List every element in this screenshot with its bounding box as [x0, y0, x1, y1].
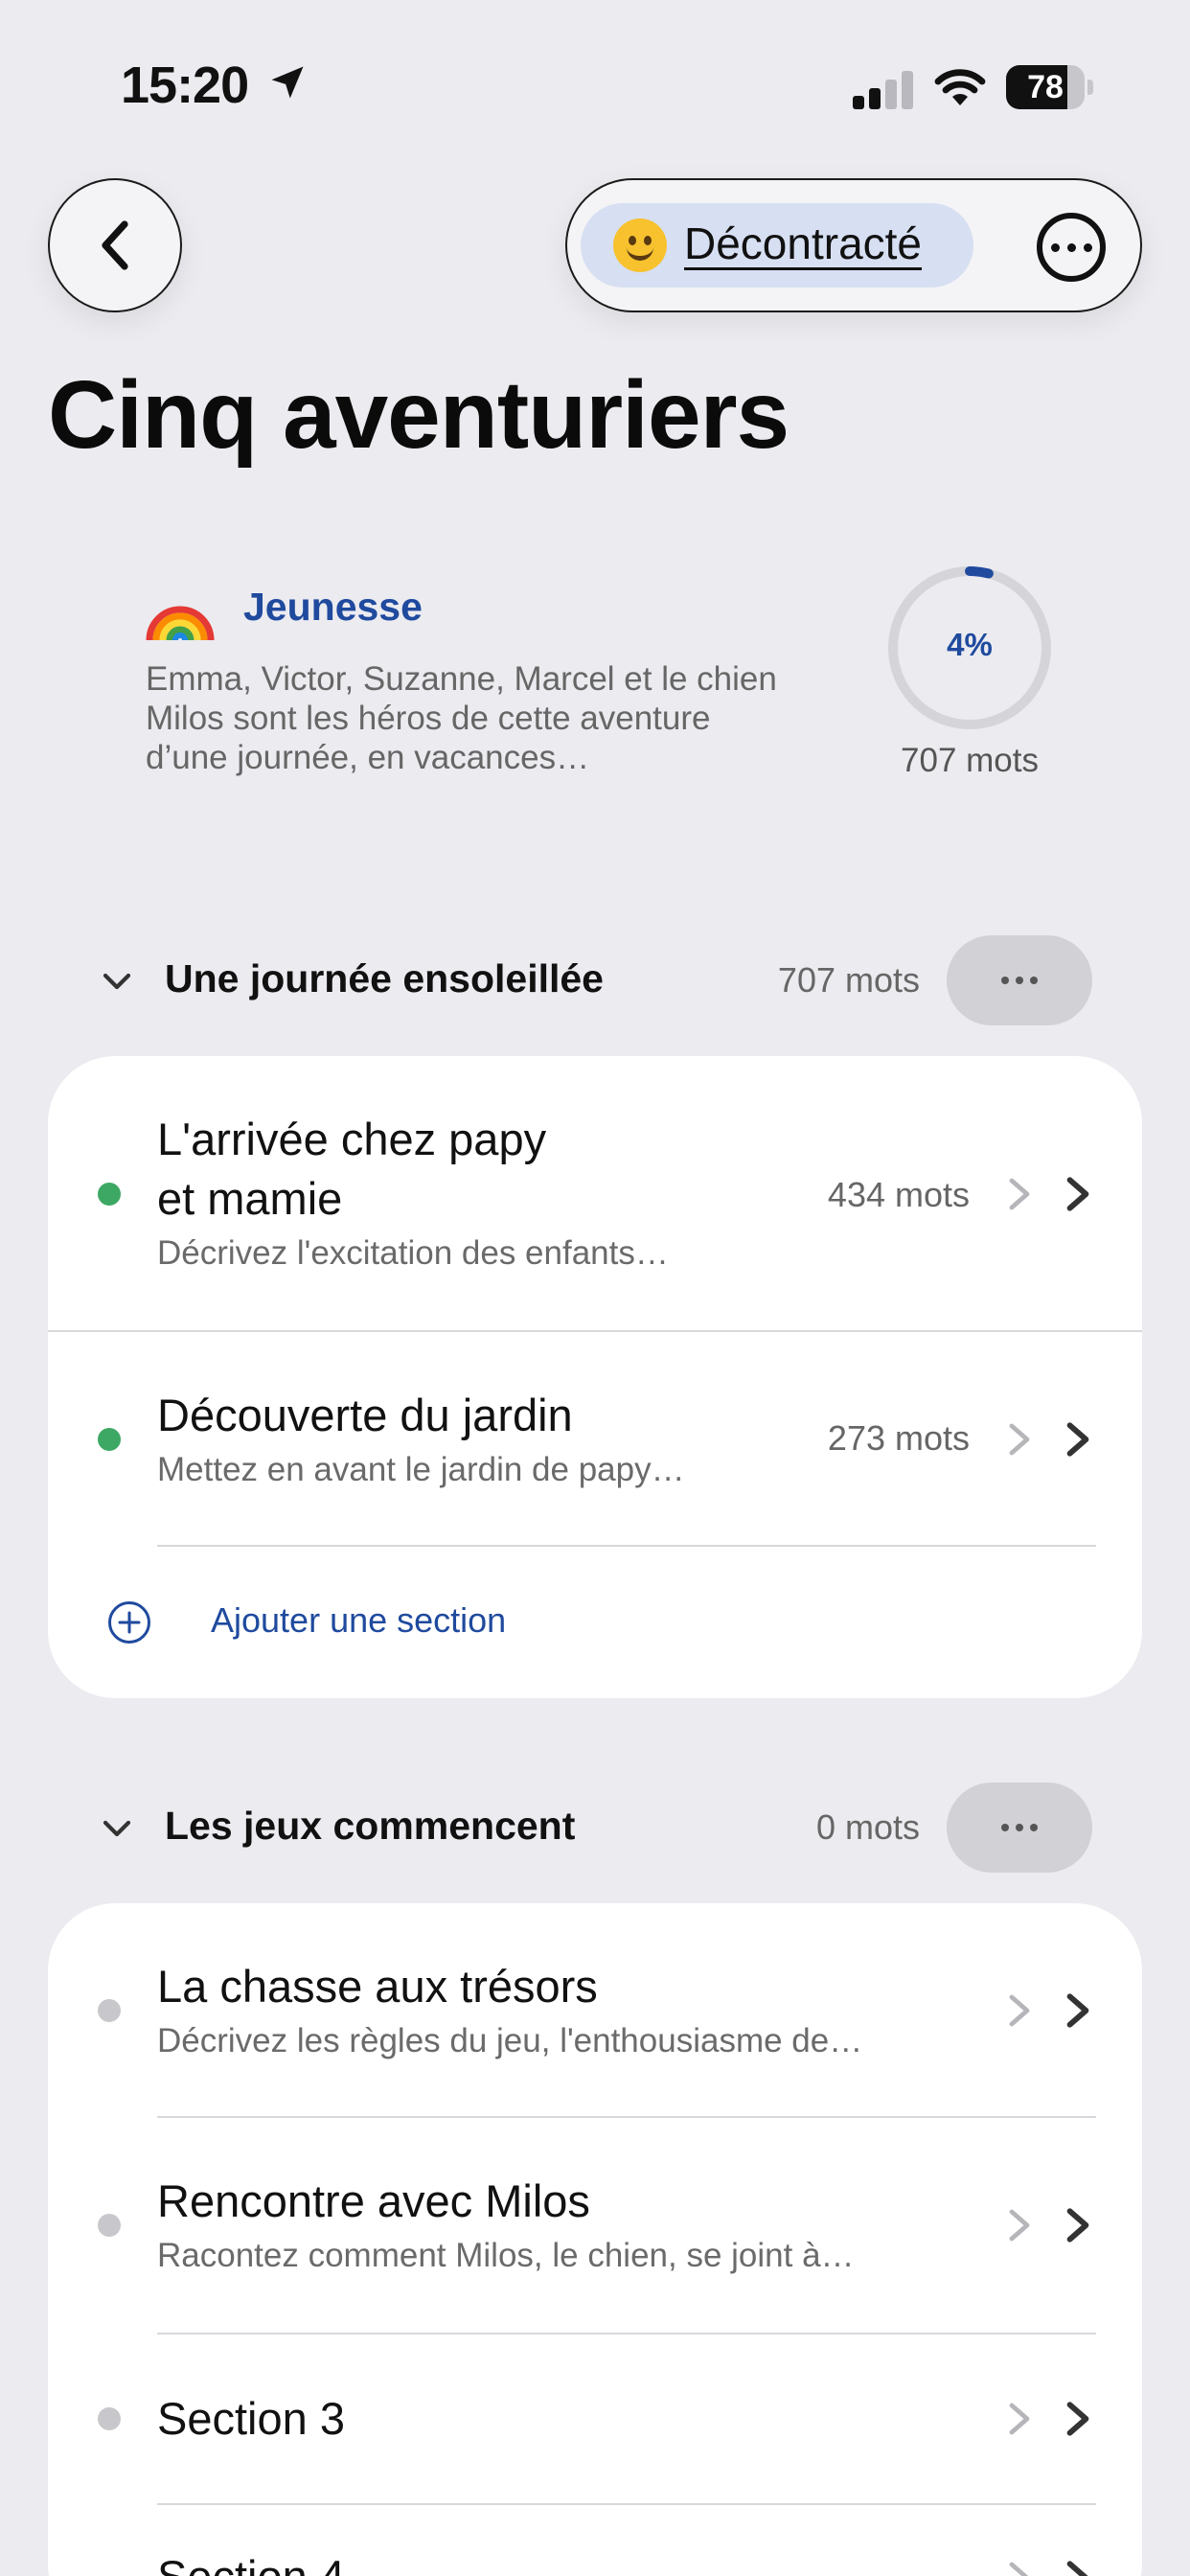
- section-row[interactable]: L'arrivée chez papy et mamie Décrivez l'…: [48, 1056, 1142, 1330]
- section-subtitle: Décrivez les règles du jeu, l'enthousias…: [157, 2022, 863, 2059]
- cellular-signal-icon: [853, 69, 914, 109]
- section-row[interactable]: La chasse aux trésors Décrivez les règle…: [48, 1903, 1142, 2116]
- chapter-header[interactable]: Les jeux commencent 0 mots: [0, 1782, 1190, 1873]
- chapter-title: Une journée ensoleillée: [165, 956, 604, 1000]
- section-subtitle: Mettez en avant le jardin de papy…: [157, 1451, 685, 1488]
- chapter-header[interactable]: Une journée ensoleillée 707 mots: [0, 935, 1190, 1025]
- ellipsis-icon: [1001, 1824, 1009, 1831]
- section-title: Section 3: [157, 2393, 345, 2444]
- chapter-options-button[interactable]: [947, 1782, 1092, 1873]
- chevron-right-icon[interactable]: [1064, 1174, 1092, 1214]
- chevron-right-icon[interactable]: [1064, 1419, 1092, 1460]
- ellipsis-icon: [1050, 242, 1060, 252]
- chevron-down-icon: [103, 973, 131, 990]
- page-title: Cinq aventuriers: [48, 361, 790, 469]
- status-dot: [98, 1183, 121, 1206]
- chevron-left-icon: [102, 220, 128, 270]
- section-row[interactable]: Section 4: [48, 2505, 1142, 2576]
- status-time: 15:20: [121, 57, 249, 114]
- chapter-options-button[interactable]: [947, 935, 1092, 1025]
- section-title-line2: et mamie: [157, 1173, 343, 1224]
- section-word-count: 273 mots: [827, 1418, 970, 1458]
- chevron-right-light-icon: [1009, 1178, 1030, 1210]
- chapter-title: Les jeux commencent: [165, 1804, 576, 1848]
- add-section-label: Ajouter une section: [211, 1600, 507, 1640]
- chapter-word-count: 707 mots: [777, 960, 920, 1000]
- ellipsis-icon: [1001, 977, 1009, 984]
- chevron-right-icon[interactable]: [1064, 1990, 1092, 2031]
- status-dot: [98, 1999, 121, 2022]
- status-dot: [98, 2407, 121, 2430]
- story-description: Emma, Victor, Suzanne, Marcel et le chie…: [146, 660, 777, 776]
- genre-label[interactable]: Jeunesse: [243, 585, 423, 630]
- location-arrow-icon: [271, 66, 304, 99]
- rainbow-icon: [146, 606, 215, 641]
- chevron-right-light-icon: [1009, 1994, 1030, 2027]
- back-button[interactable]: [48, 178, 182, 312]
- section-word-count: 434 mots: [827, 1175, 970, 1214]
- chevron-right-light-icon: [1009, 1423, 1030, 1456]
- nav-actions-pill: Décontracté: [565, 178, 1142, 312]
- battery-icon: 78: [1006, 65, 1093, 109]
- section-row[interactable]: Section 3: [48, 2334, 1142, 2503]
- status-dot: [98, 1428, 121, 1451]
- story-word-count: 707 mots: [901, 742, 1039, 779]
- battery-level: 78: [1027, 69, 1064, 105]
- chapter-sections-card: La chasse aux trésors Décrivez les règle…: [48, 1903, 1142, 2576]
- wifi-icon: [934, 69, 986, 105]
- section-subtitle: Décrivez l'excitation des enfants…: [157, 1234, 669, 1272]
- chevron-right-light-icon: [1009, 2562, 1029, 2576]
- section-title: L'arrivée chez papy: [157, 1114, 547, 1164]
- progress-percent: 4%: [947, 627, 993, 662]
- chevron-right-light-icon: [1009, 2209, 1030, 2242]
- chevron-right-icon[interactable]: [1064, 2399, 1092, 2439]
- mood-label: Décontracté: [684, 218, 923, 270]
- section-subtitle: Racontez comment Milos, le chien, se joi…: [157, 2237, 855, 2274]
- mood-button[interactable]: Décontracté: [581, 203, 973, 288]
- status-bar: 15:20 78: [0, 0, 1190, 172]
- smiling-face-icon: [613, 218, 667, 272]
- divider: [157, 1545, 1096, 1547]
- section-title: La chasse aux trésors: [157, 1961, 598, 2012]
- chapter-word-count: 0 mots: [815, 1807, 920, 1847]
- section-title: Section 4: [157, 2547, 345, 2576]
- add-section-button[interactable]: Ajouter une section: [48, 1583, 1142, 1660]
- plus-circle-icon: [108, 1601, 150, 1644]
- chevron-right-icon[interactable]: [1064, 2205, 1092, 2245]
- more-options-button[interactable]: [1037, 213, 1106, 282]
- chevron-right-icon[interactable]: [1064, 2558, 1092, 2576]
- section-row[interactable]: Découverte du jardin Mettez en avant le …: [48, 1332, 1142, 1545]
- section-row[interactable]: Rencontre avec Milos Racontez comment Mi…: [48, 2118, 1142, 2333]
- chevron-right-light-icon: [1009, 2403, 1030, 2435]
- section-title: Rencontre avec Milos: [157, 2175, 590, 2226]
- chevron-down-icon: [103, 1820, 131, 1837]
- section-title: Découverte du jardin: [157, 1390, 573, 1440]
- status-dot: [98, 2214, 121, 2237]
- chapter-sections-card: L'arrivée chez papy et mamie Décrivez l'…: [48, 1056, 1142, 1698]
